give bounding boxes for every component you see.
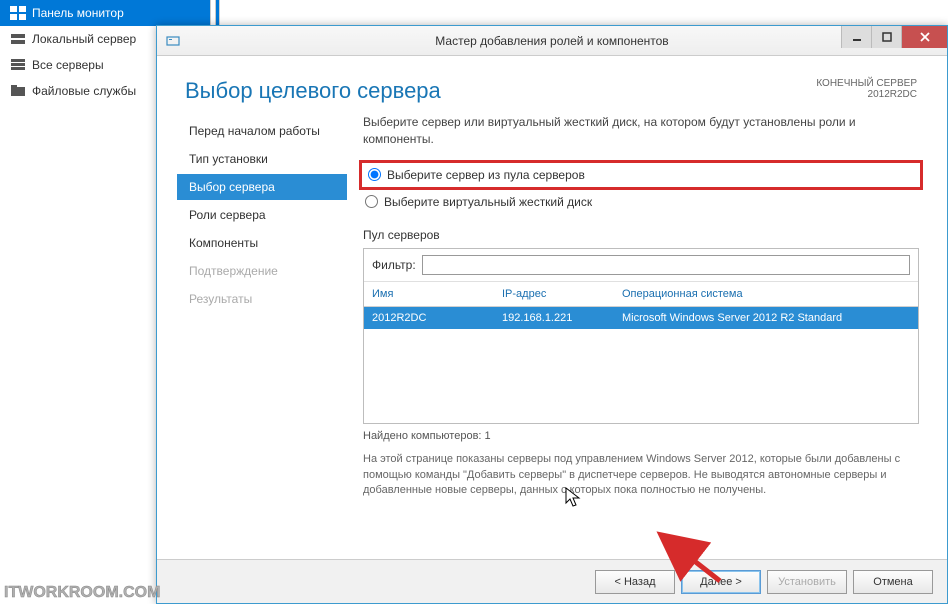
close-button[interactable]	[901, 26, 947, 48]
files-icon	[10, 84, 26, 98]
dialog-title: Мастер добавления ролей и компонентов	[157, 34, 947, 48]
server-pool-box: Фильтр: Имя IP-адрес Операционная систем…	[363, 248, 919, 424]
bg-separator	[210, 0, 216, 25]
dest-value: 2012R2DC	[816, 89, 917, 100]
cancel-button[interactable]: Отмена	[853, 570, 933, 594]
nav-features[interactable]: Компоненты	[177, 230, 347, 256]
nav-results: Результаты	[177, 286, 347, 312]
radio-group: Выберите сервер из пула серверов Выберит…	[363, 160, 919, 212]
filter-row: Фильтр:	[364, 249, 918, 282]
wizard-nav: Перед началом работы Тип установки Выбор…	[177, 114, 347, 549]
titlebar[interactable]: Мастер добавления ролей и компонентов	[157, 26, 947, 56]
filter-input[interactable]	[422, 255, 910, 275]
add-roles-wizard-dialog: Мастер добавления ролей и компонентов Вы…	[156, 25, 948, 604]
watermark: ITWORKROOM.COM	[4, 584, 160, 602]
table-body: 2012R2DC 192.168.1.221 Microsoft Windows…	[364, 307, 918, 423]
back-button[interactable]: < Назад	[595, 570, 675, 594]
radio-vhd-input[interactable]	[365, 195, 378, 208]
col-ip[interactable]: IP-адрес	[494, 283, 614, 305]
col-os[interactable]: Операционная система	[614, 283, 918, 305]
description-text: На этой странице показаны серверы под уп…	[363, 452, 919, 500]
radio-vhd[interactable]: Выберите виртуальный жесткий диск	[363, 192, 919, 212]
sidebar-label: Локальный сервер	[32, 32, 136, 46]
nav-before-you-begin[interactable]: Перед началом работы	[177, 118, 347, 144]
radio-server-pool-input[interactable]	[368, 168, 381, 181]
pool-header: Пул серверов	[363, 228, 919, 242]
cell-ip: 192.168.1.221	[494, 307, 614, 329]
filter-label: Фильтр:	[372, 258, 416, 272]
nav-server-roles[interactable]: Роли сервера	[177, 202, 347, 228]
sidebar-item-dashboard[interactable]: Панель монитор	[0, 0, 219, 26]
sidebar-label: Файловые службы	[32, 84, 136, 98]
radio-server-pool[interactable]: Выберите сервер из пула серверов	[366, 165, 916, 185]
radio-label: Выберите сервер из пула серверов	[387, 168, 585, 182]
radio-label: Выберите виртуальный жесткий диск	[384, 195, 592, 209]
annotation-highlight: Выберите сервер из пула серверов	[359, 160, 923, 190]
nav-confirmation: Подтверждение	[177, 258, 347, 284]
window-controls	[841, 26, 947, 48]
servers-icon	[10, 58, 26, 72]
next-button[interactable]: Далее >	[681, 570, 761, 594]
destination-server-info: КОНЕЧНЫЙ СЕРВЕР 2012R2DC	[816, 78, 917, 100]
button-bar: < Назад Далее > Установить Отмена	[157, 559, 947, 603]
app-icon	[165, 33, 181, 49]
table-row[interactable]: 2012R2DC 192.168.1.221 Microsoft Windows…	[364, 307, 918, 329]
install-button: Установить	[767, 570, 847, 594]
sidebar-label: Все серверы	[32, 58, 104, 72]
sidebar-label: Панель монитор	[32, 6, 124, 20]
nav-server-selection[interactable]: Выбор сервера	[177, 174, 347, 200]
found-text: Найдено компьютеров: 1	[363, 424, 919, 452]
dest-label: КОНЕЧНЫЙ СЕРВЕР	[816, 78, 917, 89]
dashboard-icon	[10, 6, 26, 20]
server-icon	[10, 32, 26, 46]
cell-os: Microsoft Windows Server 2012 R2 Standar…	[614, 307, 918, 329]
page-title: Выбор целевого сервера	[185, 78, 919, 104]
maximize-button[interactable]	[871, 26, 901, 48]
main-content: Выберите сервер или виртуальный жесткий …	[347, 114, 919, 549]
col-name[interactable]: Имя	[364, 283, 494, 305]
minimize-button[interactable]	[841, 26, 871, 48]
instruction-text: Выберите сервер или виртуальный жесткий …	[363, 114, 919, 148]
table-header: Имя IP-адрес Операционная система	[364, 282, 918, 307]
cell-name: 2012R2DC	[364, 307, 494, 329]
nav-installation-type[interactable]: Тип установки	[177, 146, 347, 172]
